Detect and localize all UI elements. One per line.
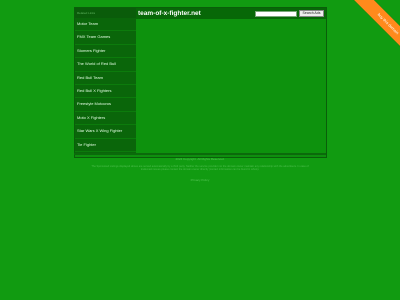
sidebar-item-tie-fighter[interactable]: Tie Fighter [75,139,136,152]
sidebar-item-star-wars-x-wing[interactable]: Star Wars X Wing Fighter [75,125,136,139]
sidebar-item-motor-team[interactable]: Motor Team [75,18,136,32]
search-button[interactable]: Search Ads [299,10,324,17]
sidebar-heading: Related Links [75,8,136,18]
footer-divider [74,153,326,155]
sidebar-item-fmx-team-games[interactable]: FMX Team Games [75,31,136,45]
sidebar: Related Links Motor Team FMX Team Games … [75,8,136,153]
sidebar-item-world-of-red-bull[interactable]: The World of Red Bull [75,58,136,72]
sidebar-item-red-bull-x-fighters[interactable]: Red Bull X Fighters [75,85,136,99]
site-title[interactable]: team-of-x-fighter.net [138,9,201,18]
search-input[interactable] [255,10,297,17]
main-content [136,19,326,153]
header: team-of-x-fighter.net Search Ads [136,8,326,19]
page-container: Related Links Motor Team FMX Team Games … [74,7,327,158]
sidebar-item-moto-x-fighters[interactable]: Moto X Fighters [75,112,136,126]
disclaimer-text: The Sponsored Listings displayed above a… [91,165,309,172]
sidebar-item-stomers-fighter[interactable]: Stomers Fighter [75,45,136,59]
buy-domain-ribbon[interactable]: buy this domain [344,0,400,68]
privacy-policy-link[interactable]: Privacy Policy [74,178,326,182]
sidebar-item-freestyle-motocros[interactable]: Freestyle Motocros [75,98,136,112]
sidebar-item-red-bull-team[interactable]: Red Bull Team [75,72,136,85]
copyright-text: 2024 Copyright. All Rights Reserved. [175,157,225,161]
